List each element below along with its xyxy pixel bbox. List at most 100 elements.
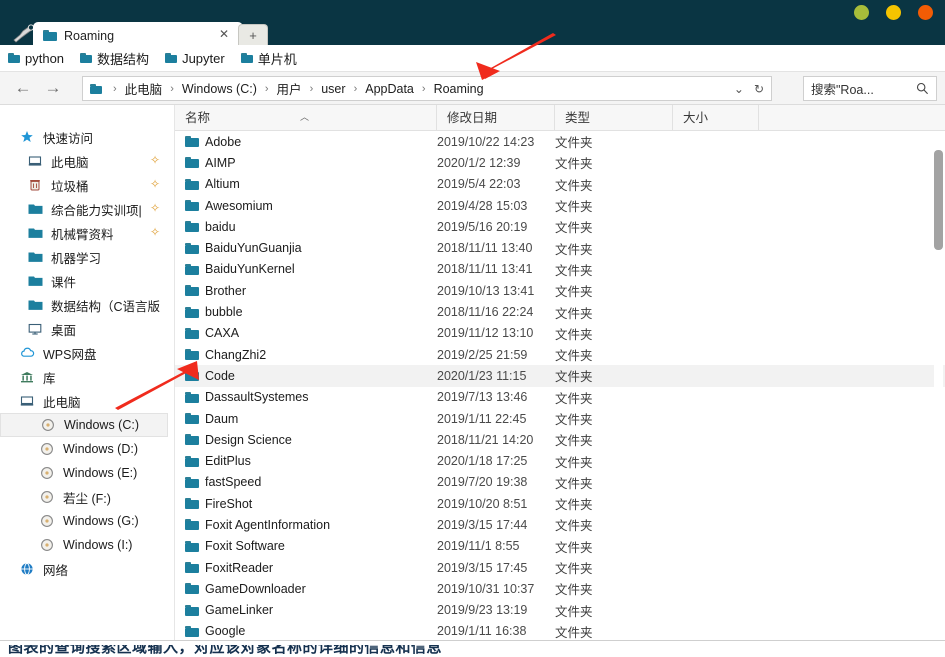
- tab-label: Roaming: [64, 28, 115, 43]
- pin-icon[interactable]: ✧: [150, 226, 160, 238]
- sidebar-item[interactable]: 机械臂资料 ✧: [0, 221, 174, 245]
- table-row[interactable]: bubble 2018/11/16 22:24 文件夹: [175, 301, 945, 322]
- sidebar-item[interactable]: Windows (C:): [0, 413, 168, 437]
- file-date: 2019/10/22 14:23: [437, 134, 535, 149]
- cell-name: BaiduYunKernel: [175, 262, 437, 276]
- minimize-button[interactable]: [854, 5, 869, 20]
- sidebar-item-label: 数据结构（C语言版: [51, 299, 161, 314]
- bookmark-item[interactable]: 数据结构: [80, 49, 149, 68]
- breadcrumb-segment[interactable]: 此电脑: [124, 79, 164, 98]
- refresh-icon[interactable]: ↻: [754, 82, 764, 96]
- file-date: 2019/5/4 22:03: [437, 177, 521, 192]
- scrollbar-thumb[interactable]: [934, 150, 943, 250]
- back-button[interactable]: ←: [8, 73, 38, 103]
- table-row[interactable]: EditPlus 2020/1/18 17:25 文件夹: [175, 450, 945, 471]
- drive-icon: [40, 538, 57, 552]
- bookmark-item[interactable]: 单片机: [240, 49, 297, 68]
- table-row[interactable]: FireShot 2019/10/20 8:51 文件夹: [175, 493, 945, 514]
- sidebar-item[interactable]: 桌面: [0, 317, 174, 341]
- table-row[interactable]: Google 2019/1/11 16:38 文件夹: [175, 621, 945, 642]
- sidebar-item-label: 机器学习: [51, 251, 102, 266]
- table-row[interactable]: FoxitReader 2019/3/15 17:45 文件夹: [175, 557, 945, 578]
- folder-icon: [185, 242, 199, 254]
- table-row[interactable]: baidu 2019/5/16 20:19 文件夹: [175, 216, 945, 237]
- file-name: bubble: [205, 305, 243, 320]
- chevron-down-icon[interactable]: ⌄: [734, 82, 744, 96]
- forward-button[interactable]: →: [38, 73, 68, 103]
- sidebar-item[interactable]: 机器学习: [0, 245, 174, 269]
- breadcrumb-segment[interactable]: AppData: [364, 82, 415, 96]
- table-row[interactable]: Design Science 2018/11/21 14:20 文件夹: [175, 429, 945, 450]
- file-type: 文件夹: [555, 221, 593, 236]
- sidebar-item[interactable]: 课件: [0, 269, 174, 293]
- explorer-body: 快速访问 此电脑 ✧ 垃圾桶 ✧ 综合能力实训项| ✧ 机械臂资料 ✧ 机器学习 课件 数据结构（C语…: [0, 105, 945, 645]
- breadcrumb-segment[interactable]: 用户: [276, 79, 303, 98]
- folder-icon: [240, 53, 253, 63]
- folder-icon: [185, 455, 199, 467]
- table-row[interactable]: ChangZhi2 2019/2/25 21:59 文件夹: [175, 344, 945, 365]
- file-rows: Adobe 2019/10/22 14:23 文件夹 AIMP 2020/1/2 12:…: [175, 131, 945, 642]
- table-row[interactable]: Foxit AgentInformation 2019/3/15 17:44 文件夹: [175, 514, 945, 535]
- pin-icon[interactable]: ✧: [150, 154, 160, 166]
- table-row[interactable]: Awesomium 2019/4/28 15:03 文件夹: [175, 195, 945, 216]
- table-row[interactable]: Foxit Software 2019/11/1 8:55 文件夹: [175, 536, 945, 557]
- sidebar-item[interactable]: Windows (I:): [0, 533, 174, 557]
- new-tab-button[interactable]: +: [238, 24, 268, 46]
- breadcrumb-segment[interactable]: Roaming: [433, 82, 485, 96]
- column-header-date[interactable]: 修改日期: [437, 105, 555, 131]
- sidebar-item[interactable]: 综合能力实训项| ✧: [0, 197, 174, 221]
- arrow-left-icon: ←: [14, 78, 32, 97]
- table-row[interactable]: Brother 2019/10/13 13:41 文件夹: [175, 280, 945, 301]
- sidebar-item[interactable]: 若尘 (F:): [0, 485, 174, 509]
- table-row[interactable]: AIMP 2020/1/2 12:39 文件夹: [175, 152, 945, 173]
- file-name: fastSpeed: [205, 475, 262, 490]
- column-header-name[interactable]: 名称 ︿: [175, 105, 437, 131]
- pin-icon[interactable]: ✧: [150, 202, 160, 214]
- search-input[interactable]: 搜索"Roa...: [803, 76, 937, 101]
- close-button[interactable]: [918, 5, 933, 20]
- maximize-button[interactable]: [886, 5, 901, 20]
- file-name: CAXA: [205, 326, 240, 341]
- sidebar-item[interactable]: 快速访问: [0, 125, 174, 149]
- sidebar-item[interactable]: Windows (G:): [0, 509, 174, 533]
- sidebar-item[interactable]: Windows (E:): [0, 461, 174, 485]
- table-row[interactable]: DassaultSystemes 2019/7/13 13:46 文件夹: [175, 387, 945, 408]
- sidebar-item[interactable]: Windows (D:): [0, 437, 174, 461]
- vertical-scrollbar[interactable]: [934, 132, 943, 642]
- file-name: BaiduYunGuanjia: [205, 241, 302, 256]
- breadcrumb-bar[interactable]: › 此电脑 › Windows (C:) › 用户 › user › AppData › Roamin…: [82, 76, 772, 101]
- bookmark-item[interactable]: Jupyter: [165, 51, 225, 66]
- breadcrumb-segment[interactable]: Windows (C:): [181, 82, 258, 96]
- table-row[interactable]: Code 2020/1/23 11:15 文件夹: [175, 365, 945, 387]
- breadcrumb-segment[interactable]: user: [320, 82, 346, 96]
- folder-icon: [185, 498, 199, 510]
- pin-icon[interactable]: ✧: [150, 178, 160, 190]
- column-header-size[interactable]: 大小: [673, 105, 759, 131]
- table-row[interactable]: Daum 2019/1/11 22:45 文件夹: [175, 408, 945, 429]
- folder-icon: [185, 263, 199, 275]
- sidebar-item-label: Windows (G:): [63, 514, 139, 528]
- file-name: GameDownloader: [205, 581, 306, 596]
- table-row[interactable]: BaiduYunGuanjia 2018/11/11 13:40 文件夹: [175, 237, 945, 258]
- table-row[interactable]: GameDownloader 2019/10/31 10:37 文件夹: [175, 578, 945, 599]
- sidebar-item[interactable]: 数据结构（C语言版: [0, 293, 174, 317]
- bookmark-item[interactable]: python: [8, 51, 64, 66]
- sidebar-item[interactable]: 垃圾桶 ✧: [0, 173, 174, 197]
- computer-icon: [28, 154, 45, 168]
- table-row[interactable]: CAXA 2019/11/12 13:10 文件夹: [175, 323, 945, 344]
- bookmarks-bar: python 数据结构 Jupyter 单片机: [0, 45, 945, 72]
- sidebar-item[interactable]: 网络: [0, 557, 174, 581]
- table-row[interactable]: GameLinker 2019/9/23 13:19 文件夹: [175, 600, 945, 621]
- table-row[interactable]: Adobe 2019/10/22 14:23 文件夹: [175, 131, 945, 152]
- column-header-type[interactable]: 类型: [555, 105, 673, 131]
- sidebar-item[interactable]: WPS网盘: [0, 341, 174, 365]
- close-icon[interactable]: ✕: [219, 28, 229, 40]
- sidebar-item-label: Windows (D:): [63, 442, 139, 456]
- table-row[interactable]: BaiduYunKernel 2018/11/11 13:41 文件夹: [175, 259, 945, 280]
- sidebar-item[interactable]: 此电脑: [0, 389, 174, 413]
- cell-name: Daum: [175, 412, 437, 426]
- table-row[interactable]: Altium 2019/5/4 22:03 文件夹: [175, 174, 945, 195]
- sidebar-item[interactable]: 库: [0, 365, 174, 389]
- sidebar-item[interactable]: 此电脑 ✧: [0, 149, 174, 173]
- table-row[interactable]: fastSpeed 2019/7/20 19:38 文件夹: [175, 472, 945, 493]
